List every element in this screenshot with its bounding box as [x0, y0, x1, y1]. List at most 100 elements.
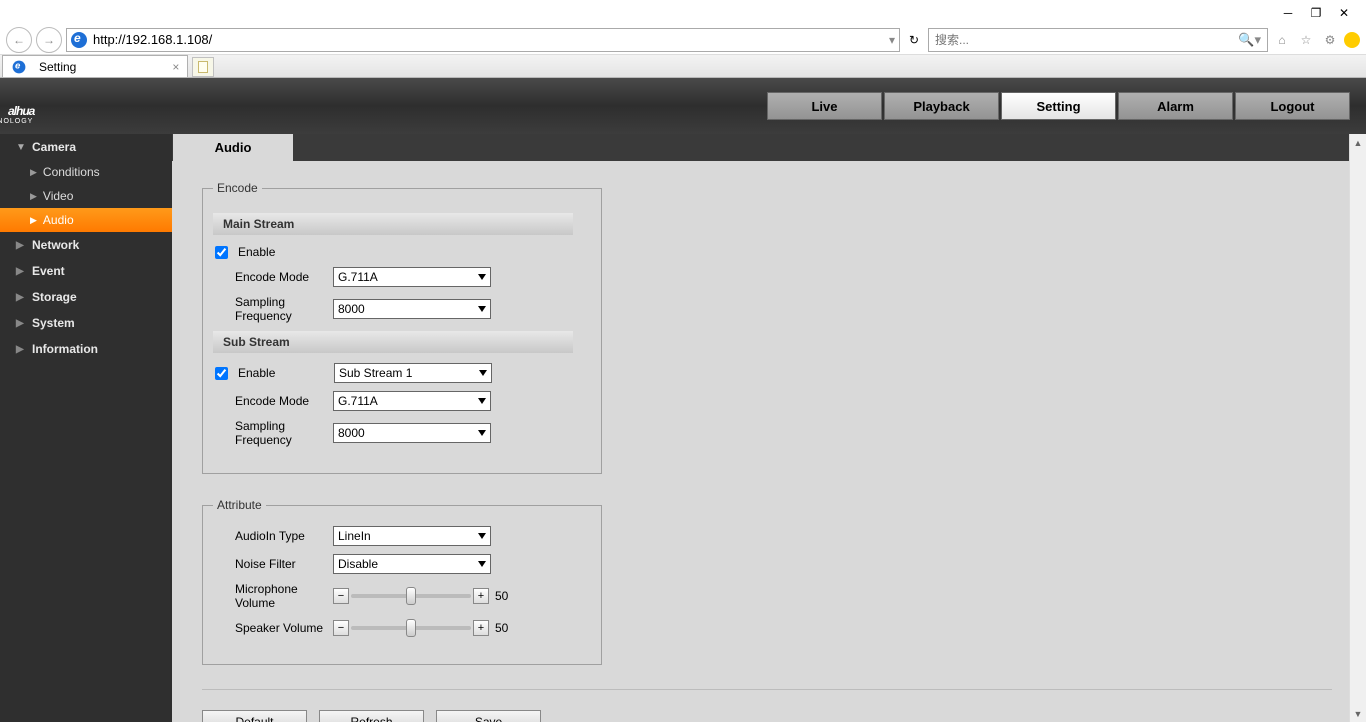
sub-enable-label: Enable — [238, 366, 334, 380]
scroll-up-icon[interactable]: ▲ — [1350, 134, 1366, 151]
scrollbar[interactable]: ▲ ▼ — [1349, 134, 1366, 722]
speaker-plus-button[interactable]: + — [473, 620, 489, 636]
main-enable-label: Enable — [238, 245, 275, 259]
noise-label: Noise Filter — [213, 557, 333, 571]
sub-stream-select[interactable]: Sub Stream 1 — [334, 363, 492, 383]
sidebar-audio[interactable]: ▶Audio — [0, 208, 172, 232]
sidebar-conditions[interactable]: ▶Conditions — [0, 160, 172, 184]
main-layout: ▼Camera ▶Conditions ▶Video ▶Audio ▶Netwo… — [0, 134, 1366, 722]
back-button[interactable]: ← — [6, 27, 32, 53]
close-tab-icon[interactable]: × — [172, 60, 179, 74]
new-tab-icon — [198, 61, 208, 73]
inner-tabbar: Audio — [172, 134, 1366, 161]
encode-fieldset: Encode Main Stream Enable Encode Mode G.… — [202, 181, 602, 474]
chevron-right-icon: ▶ — [16, 318, 26, 329]
mic-slider[interactable] — [351, 594, 471, 598]
speaker-slider[interactable] — [351, 626, 471, 630]
divider — [202, 689, 1332, 690]
window-controls: ─ ❐ ✕ — [0, 0, 1366, 25]
refresh-button[interactable]: Refresh — [319, 710, 424, 722]
button-row: Default Refresh Save — [202, 710, 1336, 722]
sidebar-event[interactable]: ▶Event — [0, 258, 172, 284]
sub-stream-header: Sub Stream — [213, 331, 573, 353]
mic-slider-thumb[interactable] — [406, 587, 416, 605]
chevron-right-icon: ▶ — [16, 292, 26, 303]
encode-mode-label: Encode Mode — [213, 270, 333, 284]
search-box[interactable]: 🔍▾ — [928, 28, 1268, 52]
sidebar-video[interactable]: ▶Video — [0, 184, 172, 208]
chevron-right-icon: ▶ — [16, 240, 26, 251]
minimize-button[interactable]: ─ — [1274, 3, 1302, 23]
mic-value: 50 — [495, 589, 508, 603]
chevron-right-icon: ▶ — [30, 167, 37, 178]
browser-tab-setting[interactable]: Setting × — [2, 55, 188, 77]
attribute-legend: Attribute — [213, 498, 266, 512]
content-area: Audio Encode Main Stream Enable Encode M… — [172, 134, 1366, 722]
chevron-right-icon: ▶ — [30, 191, 37, 202]
tab-favicon — [13, 60, 26, 73]
dropdown-icon[interactable]: ▾ — [889, 33, 895, 47]
encode-mode-select-2[interactable]: G.711A — [333, 391, 491, 411]
new-tab-button[interactable] — [192, 57, 214, 77]
feedback-icon[interactable] — [1344, 32, 1360, 48]
encode-mode-select[interactable]: G.711A — [333, 267, 491, 287]
sidebar-system[interactable]: ▶System — [0, 310, 172, 336]
url-box[interactable]: ▾ — [66, 28, 900, 52]
encode-legend: Encode — [213, 181, 262, 195]
mic-minus-button[interactable]: − — [333, 588, 349, 604]
brand-logo: alhua TECHNOLOGY — [8, 89, 34, 123]
nav-logout[interactable]: Logout — [1235, 92, 1350, 120]
save-button[interactable]: Save — [436, 710, 541, 722]
ie-icon — [71, 32, 87, 48]
search-input[interactable] — [935, 33, 1238, 47]
nav-setting[interactable]: Setting — [1001, 92, 1116, 120]
close-window-button[interactable]: ✕ — [1330, 3, 1358, 23]
sidebar: ▼Camera ▶Conditions ▶Video ▶Audio ▶Netwo… — [0, 134, 172, 722]
main-enable-checkbox[interactable] — [215, 246, 228, 259]
mic-label: Microphone Volume — [213, 582, 333, 610]
browser-tabs: Setting × — [0, 55, 1366, 78]
speaker-label: Speaker Volume — [213, 621, 333, 635]
maximize-button[interactable]: ❐ — [1302, 3, 1330, 23]
home-icon[interactable]: ⌂ — [1272, 30, 1292, 50]
url-input[interactable] — [93, 32, 889, 47]
sidebar-storage[interactable]: ▶Storage — [0, 284, 172, 310]
refresh-button[interactable]: ↻ — [904, 33, 924, 47]
encode-mode-label-2: Encode Mode — [213, 394, 333, 408]
speaker-minus-button[interactable]: − — [333, 620, 349, 636]
sampling-select-2[interactable]: 8000 — [333, 423, 491, 443]
sampling-label-2: Sampling Frequency — [213, 419, 333, 447]
top-nav: Live Playback Setting Alarm Logout — [767, 92, 1350, 120]
forward-button[interactable]: → — [36, 27, 62, 53]
sub-enable-checkbox[interactable] — [215, 367, 228, 380]
main-stream-header: Main Stream — [213, 213, 573, 235]
nav-playback[interactable]: Playback — [884, 92, 999, 120]
noise-select[interactable]: Disable — [333, 554, 491, 574]
sidebar-camera[interactable]: ▼Camera — [0, 134, 172, 160]
app-header: alhua TECHNOLOGY Live Playback Setting A… — [0, 78, 1366, 134]
panel: Encode Main Stream Enable Encode Mode G.… — [172, 161, 1366, 722]
attribute-fieldset: Attribute AudioIn Type LineIn Noise Filt… — [202, 498, 602, 665]
chevron-down-icon: ▼ — [16, 142, 26, 153]
sidebar-information[interactable]: ▶Information — [0, 336, 172, 362]
speaker-value: 50 — [495, 621, 508, 635]
default-button[interactable]: Default — [202, 710, 307, 722]
gear-icon[interactable]: ⚙ — [1320, 30, 1340, 50]
tab-title: Setting — [39, 60, 76, 74]
chevron-right-icon: ▶ — [16, 266, 26, 277]
sampling-label: Sampling Frequency — [213, 295, 333, 323]
scroll-down-icon[interactable]: ▼ — [1350, 705, 1366, 722]
sampling-select[interactable]: 8000 — [333, 299, 491, 319]
mic-plus-button[interactable]: + — [473, 588, 489, 604]
tab-audio[interactable]: Audio — [173, 134, 293, 161]
search-icon[interactable]: 🔍▾ — [1238, 32, 1261, 48]
sidebar-network[interactable]: ▶Network — [0, 232, 172, 258]
speaker-slider-thumb[interactable] — [406, 619, 416, 637]
chevron-right-icon: ▶ — [16, 344, 26, 355]
address-bar: ← → ▾ ↻ 🔍▾ ⌂ ☆ ⚙ — [0, 25, 1366, 55]
nav-live[interactable]: Live — [767, 92, 882, 120]
audioin-select[interactable]: LineIn — [333, 526, 491, 546]
chevron-right-icon: ▶ — [30, 215, 37, 226]
favorites-icon[interactable]: ☆ — [1296, 30, 1316, 50]
nav-alarm[interactable]: Alarm — [1118, 92, 1233, 120]
